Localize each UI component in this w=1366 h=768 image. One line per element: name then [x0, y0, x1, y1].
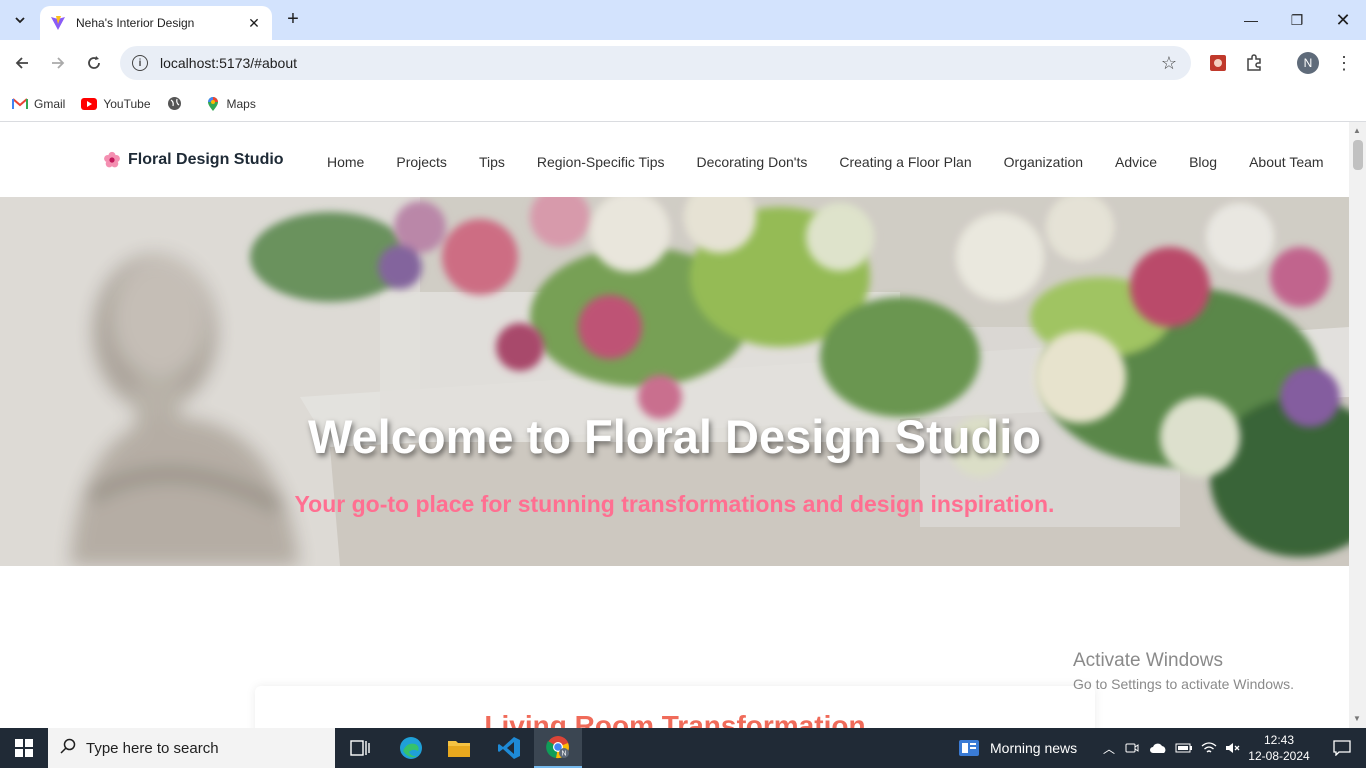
search-placeholder: Type here to search	[86, 739, 219, 757]
chevron-up-icon[interactable]: ︿	[1103, 740, 1115, 757]
edge-icon[interactable]	[387, 728, 435, 768]
back-button[interactable]	[8, 49, 36, 77]
browser-tab[interactable]: Neha's Interior Design ✕	[40, 6, 272, 40]
bookmark-globe[interactable]	[167, 96, 189, 112]
hero-banner: Welcome to Floral Design Studio Your go-…	[0, 197, 1349, 566]
site-navbar: Floral Design Studio Home Projects Tips …	[0, 122, 1349, 197]
bookmark-maps[interactable]: Maps	[205, 96, 256, 112]
file-explorer-icon[interactable]	[435, 728, 483, 768]
tab-close-icon[interactable]: ✕	[246, 15, 262, 32]
chevron-down-icon	[15, 17, 25, 24]
new-tab-button[interactable]: +	[282, 8, 304, 32]
nav-blog[interactable]: Blog	[1189, 154, 1217, 170]
meet-now-icon[interactable]	[1125, 741, 1139, 755]
extension-icon[interactable]	[1207, 52, 1229, 74]
windows-logo-icon	[15, 739, 33, 757]
bookmark-youtube[interactable]: YouTube	[81, 96, 151, 112]
card-title: Living Room Transformation	[484, 710, 866, 728]
onedrive-icon[interactable]	[1149, 742, 1167, 754]
wifi-icon[interactable]	[1201, 741, 1217, 755]
bookmark-star-icon[interactable]: ☆	[1161, 53, 1177, 74]
hero-title: Welcome to Floral Design Studio	[308, 410, 1041, 463]
reload-icon	[88, 56, 100, 69]
hero-subtitle: Your go-to place for stunning transforma…	[294, 491, 1055, 517]
arrow-right-icon	[52, 57, 65, 69]
youtube-icon	[81, 96, 98, 112]
nav-advice[interactable]: Advice	[1115, 154, 1157, 170]
news-icon	[959, 740, 979, 756]
news-widget[interactable]: Morning news	[958, 728, 1077, 768]
watermark-line2: Go to Settings to activate Windows.	[1073, 676, 1294, 692]
nav-decorating-donts[interactable]: Decorating Don'ts	[697, 154, 808, 170]
maps-icon	[205, 96, 221, 112]
globe-icon	[167, 96, 183, 112]
vscode-icon[interactable]	[485, 728, 533, 768]
taskbar: Type here to search N Morning news ︿ 12:…	[0, 728, 1366, 768]
watermark-line1: Activate Windows	[1073, 650, 1223, 671]
scrollbar-thumb[interactable]	[1353, 140, 1363, 170]
nav-creating-floor-plan[interactable]: Creating a Floor Plan	[839, 154, 971, 170]
puzzle-icon[interactable]	[1243, 52, 1265, 74]
taskbar-search-box[interactable]: Type here to search	[48, 728, 335, 768]
search-icon	[60, 738, 76, 759]
browser-toolbar: i localhost:5173/#about ☆ N ⋮	[0, 40, 1366, 86]
clock[interactable]: 12:43 12-08-2024	[1247, 728, 1311, 768]
bookmarks-bar: Gmail YouTube Maps	[0, 86, 1366, 122]
tab-strip: Neha's Interior Design ✕ + — ❐ ✕	[0, 0, 1366, 40]
news-label: Morning news	[990, 740, 1078, 756]
minimize-button[interactable]: —	[1228, 0, 1274, 40]
nav-projects[interactable]: Projects	[396, 154, 447, 170]
page-scrollbar[interactable]: ▲ ▼	[1349, 122, 1366, 728]
chrome-taskbar-icon[interactable]: N	[534, 728, 582, 768]
volume-muted-icon[interactable]	[1225, 741, 1241, 755]
clock-date: 12-08-2024	[1248, 749, 1310, 763]
profile-avatar[interactable]: N	[1297, 52, 1319, 74]
vite-favicon-icon	[51, 16, 65, 30]
site-brand[interactable]: Floral Design Studio	[103, 151, 284, 169]
nav-organization[interactable]: Organization	[1004, 154, 1083, 170]
forward-button[interactable]	[44, 49, 72, 77]
task-view-icon[interactable]	[336, 728, 384, 768]
nav-home[interactable]: Home	[327, 154, 364, 170]
url-text: localhost:5173/#about	[160, 55, 297, 71]
nav-region-specific-tips[interactable]: Region-Specific Tips	[537, 154, 665, 170]
nav-about-team[interactable]: About Team	[1249, 154, 1323, 170]
bookmark-gmail[interactable]: Gmail	[12, 96, 65, 112]
restore-button[interactable]: ❐	[1274, 0, 1320, 40]
arrow-left-icon	[15, 57, 28, 69]
site-nav-links: Home Projects Tips Region-Specific Tips …	[327, 154, 1324, 170]
activate-windows-watermark: Activate Windows Go to Settings to activ…	[1073, 650, 1294, 692]
nav-tips[interactable]: Tips	[479, 154, 505, 170]
window-close-button[interactable]: ✕	[1320, 0, 1366, 40]
tab-search-button[interactable]	[8, 8, 32, 32]
project-card: Living Room Transformation	[255, 686, 1095, 728]
menu-kebab-icon[interactable]: ⋮	[1333, 52, 1355, 74]
system-tray: ︿	[1103, 728, 1253, 768]
scroll-up-icon[interactable]: ▲	[1353, 126, 1361, 135]
brand-name: Floral Design Studio	[128, 151, 284, 168]
battery-icon[interactable]	[1175, 742, 1193, 754]
gmail-icon	[12, 96, 28, 112]
tab-title: Neha's Interior Design	[76, 16, 195, 30]
scroll-down-icon[interactable]: ▼	[1353, 714, 1361, 723]
start-button[interactable]	[0, 728, 48, 768]
address-bar[interactable]: i localhost:5173/#about ☆	[120, 46, 1191, 80]
svg-text:N: N	[561, 751, 566, 758]
site-info-icon[interactable]: i	[132, 55, 148, 71]
web-page: Floral Design Studio Home Projects Tips …	[0, 122, 1349, 728]
clock-time: 12:43	[1263, 733, 1295, 747]
flower-icon	[104, 151, 120, 168]
reload-button[interactable]	[80, 49, 108, 77]
notification-icon[interactable]	[1318, 728, 1366, 768]
